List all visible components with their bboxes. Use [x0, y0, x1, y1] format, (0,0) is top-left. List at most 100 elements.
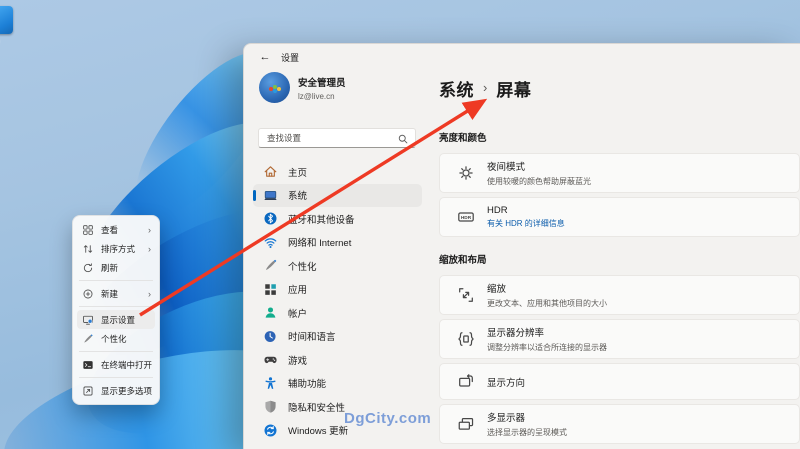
time-language-icon [263, 329, 278, 344]
sidebar-item-label: 系统 [288, 191, 308, 203]
sidebar-item-bluetooth-devices[interactable]: 蓝牙和其他设备 [253, 207, 422, 231]
menu-item-personalize[interactable]: 个性化 [77, 329, 155, 348]
section-header: 缩放和布局 [439, 255, 487, 266]
search-input[interactable] [259, 129, 391, 147]
orientation-icon [457, 373, 475, 391]
card-subtitle: 使用较暖的颜色帮助屏蔽蓝光 [487, 176, 591, 186]
search-icon [397, 132, 409, 144]
sidebar-item-gaming[interactable]: 游戏 [253, 348, 422, 372]
sidebar-item-label: 主页 [288, 167, 308, 179]
submenu-chevron-icon: › [148, 224, 151, 235]
card-title: 夜间模式 [487, 162, 526, 174]
card-night-light[interactable]: 夜间模式使用较暖的颜色帮助屏蔽蓝光 [439, 153, 800, 193]
card-display-orientation[interactable]: 显示方向 [439, 363, 800, 400]
menu-item-label: 排序方式 [101, 243, 136, 254]
sidebar-item-label: 辅助功能 [288, 379, 327, 391]
sidebar-item-system[interactable]: 系统 [253, 183, 422, 207]
sidebar-item-personalization[interactable]: 个性化 [253, 254, 422, 278]
menu-item-view[interactable]: 查看 › [77, 220, 155, 239]
avatar [259, 72, 290, 103]
menu-item-label: 显示设置 [101, 314, 136, 325]
sidebar-item-label: 网络和 Internet [288, 238, 352, 250]
card-title: HDR [487, 204, 508, 216]
accounts-icon [263, 305, 278, 320]
menu-item-refresh[interactable]: 刷新 [77, 258, 155, 277]
sidebar-item-label: 蓝牙和其他设备 [288, 214, 355, 226]
accessibility-icon [263, 376, 278, 391]
account-name: 安全管理员 [298, 77, 346, 89]
submenu-chevron-icon: › [148, 288, 151, 299]
multi-display-icon [457, 415, 475, 433]
sidebar-item-label: 应用 [288, 285, 308, 297]
card-display-resolution[interactable]: 显示器分辨率调整分辨率以适合所连接的显示器 [439, 319, 800, 359]
sidebar-item-accessibility[interactable]: 辅助功能 [253, 372, 422, 396]
gaming-icon [263, 352, 278, 367]
section-1: 亮度和颜色夜间模式使用较暖的颜色帮助屏蔽蓝光 HDR HDR 有关 HDR 的详细信息 [439, 130, 800, 241]
privacy-icon [263, 399, 278, 414]
desktop: ode 查看›排序方式›刷新新建›显示设置个性化在终端中打开显示更多选项 ← 设… [0, 0, 800, 449]
card-title: 缩放 [487, 284, 507, 296]
terminal-icon [82, 359, 94, 371]
refresh-icon [82, 262, 94, 274]
windows-update-icon [263, 423, 278, 438]
home-icon [263, 164, 278, 179]
settings-window: ← 设置 安全管理员 lz@live.cn 主页系统蓝牙和其他设备网络和 Int… [243, 43, 800, 449]
sidebar-item-label: 游戏 [288, 355, 308, 367]
menu-item-show-more-options[interactable]: 显示更多选项 [77, 381, 155, 400]
apps-icon [263, 282, 278, 297]
section-2: 缩放和布局缩放更改文本、应用和其他项目的大小 显示器分辨率调整分辨率以适合所连接的… [439, 252, 800, 448]
section-header: 亮度和颜色 [439, 133, 487, 144]
context-menu: 查看 › 排序方式 › 刷新新建 › 显示设置个性化在终端中打开 显示更多选项 [72, 215, 160, 405]
card-multiple-displays[interactable]: 多显示器 选择显示器的呈现模式 [439, 404, 800, 444]
menu-item-label: 在终端中打开 [101, 359, 153, 370]
svg-text:HDR: HDR [461, 215, 472, 221]
menu-separator [79, 306, 153, 307]
sidebar-item-apps[interactable]: 应用 [253, 278, 422, 302]
account-block[interactable]: 安全管理员 lz@live.cn [259, 72, 346, 103]
card-subtitle-link[interactable]: 有关 HDR 的详细信息 [487, 218, 565, 229]
bluetooth-icon [263, 211, 278, 226]
menu-separator [79, 280, 153, 281]
menu-item-display-settings[interactable]: 显示设置 [77, 310, 155, 329]
system-icon [263, 188, 278, 203]
card-scale[interactable]: 缩放更改文本、应用和其他项目的大小 [439, 275, 800, 315]
scale-icon [457, 286, 475, 304]
search-box [258, 128, 416, 148]
menu-item-new[interactable]: 新建 › [77, 284, 155, 303]
submenu-chevron-icon: › [148, 243, 151, 254]
network-icon [263, 235, 278, 250]
breadcrumb: 系统 › 屏幕 [439, 76, 531, 101]
card-subtitle: 更改文本、应用和其他项目的大小 [487, 298, 607, 308]
sidebar-item-label: 隐私和安全性 [288, 402, 346, 414]
menu-item-sort-by[interactable]: 排序方式 › [77, 239, 155, 258]
desktop-shortcut[interactable]: ode [0, 6, 28, 46]
back-button[interactable]: ← [256, 49, 274, 65]
watermark: DgCity.com [344, 410, 432, 427]
main-content: 系统 › 屏幕 亮度和颜色夜间模式使用较暖的颜色帮助屏蔽蓝光 HDR HDR 有关 H… [439, 44, 800, 449]
sidebar-item-label: 个性化 [288, 261, 317, 273]
sidebar-item-home[interactable]: 主页 [253, 160, 422, 184]
menu-item-label: 显示更多选项 [101, 385, 153, 396]
breadcrumb-parent[interactable]: 系统 [439, 76, 474, 101]
account-email: lz@live.cn [298, 91, 335, 101]
card-title: 显示器分辨率 [487, 328, 545, 340]
card-title: 显示方向 [487, 377, 526, 389]
resolution-icon [457, 330, 475, 348]
back-arrow-icon: ← [259, 51, 271, 63]
menu-item-label: 个性化 [101, 333, 127, 344]
menu-separator [79, 351, 153, 352]
sidebar-item-accounts[interactable]: 帐户 [253, 301, 422, 325]
menu-item-label: 查看 [101, 224, 119, 235]
personalize-icon [82, 333, 94, 345]
sidebar-item-label: 时间和语言 [288, 332, 336, 344]
sidebar-item-time-language[interactable]: 时间和语言 [253, 325, 422, 349]
menu-item-open-in-terminal[interactable]: 在终端中打开 [77, 355, 155, 374]
sidebar-item-network-internet[interactable]: 网络和 Internet [253, 231, 422, 255]
display-settings-icon [82, 314, 94, 326]
card-hdr[interactable]: HDR HDR 有关 HDR 的详细信息 [439, 197, 800, 237]
more-options-icon [82, 385, 94, 397]
card-subtitle: 调整分辨率以适合所连接的显示器 [487, 342, 607, 352]
hdr-icon: HDR [457, 208, 475, 226]
sidebar-item-label: 帐户 [288, 308, 308, 320]
menu-separator [79, 377, 153, 378]
